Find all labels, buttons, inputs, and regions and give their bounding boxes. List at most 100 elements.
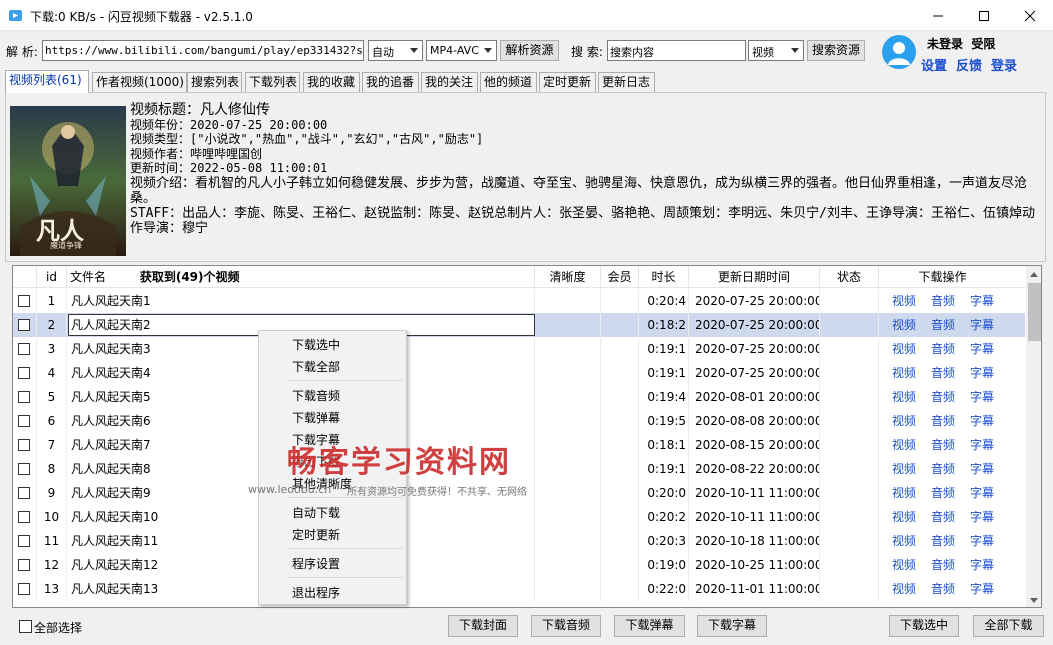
row-checkbox[interactable]	[18, 535, 30, 547]
header-id[interactable]: id	[37, 266, 67, 288]
minimize-button[interactable]	[915, 0, 961, 31]
download-audio-link[interactable]: 音频	[931, 337, 955, 361]
header-filename[interactable]: 文件名 获取到(49)个视频	[67, 266, 535, 288]
download-audio-link[interactable]: 音频	[931, 289, 955, 313]
download-audio-link[interactable]: 音频	[931, 409, 955, 433]
row-checkbox[interactable]	[18, 559, 30, 571]
download-video-link[interactable]: 视频	[892, 289, 916, 313]
download-video-link[interactable]: 视频	[892, 361, 916, 385]
download-danmaku-button[interactable]: 下载弹幕	[614, 615, 685, 637]
download-video-link[interactable]: 视频	[892, 577, 916, 601]
menu-auto-download[interactable]: 自动下载	[292, 504, 340, 521]
row-checkbox[interactable]	[18, 391, 30, 403]
menu-download-selected[interactable]: 下载选中	[292, 336, 340, 353]
header-date[interactable]: 更新日期时间	[689, 266, 820, 288]
download-subtitle-link[interactable]: 字幕	[970, 457, 994, 481]
download-video-link[interactable]: 视频	[892, 481, 916, 505]
menu-exit-program[interactable]: 退出程序	[292, 584, 340, 601]
download-audio-link[interactable]: 音频	[931, 457, 955, 481]
row-checkbox[interactable]	[18, 343, 30, 355]
download-video-link[interactable]: 视频	[892, 505, 916, 529]
header-member[interactable]: 会员	[601, 266, 639, 288]
download-audio-link[interactable]: 音频	[931, 385, 955, 409]
download-subtitle-link[interactable]: 字幕	[970, 313, 994, 337]
login-link[interactable]: 登录	[991, 55, 1017, 74]
download-subtitle-link[interactable]: 字幕	[970, 505, 994, 529]
download-audio-link[interactable]: 音频	[931, 577, 955, 601]
download-subtitle-link[interactable]: 字幕	[970, 553, 994, 577]
download-subtitle-link[interactable]: 字幕	[970, 433, 994, 457]
row-checkbox[interactable]	[18, 487, 30, 499]
search-type-select[interactable]: 视频	[748, 40, 804, 61]
table-row[interactable]: 11 凡人风起天南11 0:20:3 2020-10-18 11:00:00 视…	[13, 529, 1025, 553]
menu-program-settings[interactable]: 程序设置	[292, 555, 340, 572]
download-video-link[interactable]: 视频	[892, 385, 916, 409]
select-all-checkbox[interactable]	[19, 620, 32, 633]
row-checkbox[interactable]	[18, 367, 30, 379]
tab-download-list[interactable]: 下载列表	[245, 72, 300, 92]
row-checkbox[interactable]	[18, 511, 30, 523]
tab-author-videos[interactable]: 作者视频(1000)	[92, 72, 187, 92]
search-input[interactable]: 搜索内容	[607, 40, 746, 61]
vertical-scrollbar[interactable]	[1026, 266, 1041, 607]
menu-download-danmaku[interactable]: 下载弹幕	[292, 409, 340, 426]
menu-download-audio[interactable]: 下载音频	[292, 387, 340, 404]
table-row[interactable]: 5 凡人风起天南5 0:19:4 2020-08-01 20:00:00 视频 …	[13, 385, 1025, 409]
download-video-link[interactable]: 视频	[892, 529, 916, 553]
search-button[interactable]: 搜索资源	[807, 40, 865, 61]
tab-video-list[interactable]: 视频列表(61)	[5, 70, 89, 93]
format-select[interactable]: MP4-AVC	[426, 40, 497, 61]
table-row[interactable]: 3 凡人风起天南3 0:19:1 2020-07-25 20:00:00 视频 …	[13, 337, 1025, 361]
download-audio-link[interactable]: 音频	[931, 529, 955, 553]
download-audio-link[interactable]: 音频	[931, 313, 955, 337]
maximize-button[interactable]	[961, 0, 1007, 31]
download-selected-button[interactable]: 下载选中	[889, 615, 959, 637]
table-row[interactable]: 2 凡人风起天南2 0:18:2 2020-07-25 20:00:00 视频 …	[13, 313, 1025, 337]
download-subtitle-button[interactable]: 下载字幕	[697, 615, 767, 637]
scroll-up-icon[interactable]	[1030, 272, 1038, 277]
close-button[interactable]	[1007, 0, 1053, 31]
download-subtitle-link[interactable]: 字幕	[970, 361, 994, 385]
header-duration[interactable]: 时长	[639, 266, 689, 288]
download-audio-link[interactable]: 音频	[931, 505, 955, 529]
download-all-button[interactable]: 全部下载	[973, 615, 1044, 637]
header-download-ops[interactable]: 下载操作	[879, 266, 1006, 288]
download-audio-link[interactable]: 音频	[931, 553, 955, 577]
download-subtitle-link[interactable]: 字幕	[970, 409, 994, 433]
tab-scheduled-update[interactable]: 定时更新	[539, 72, 596, 92]
download-video-link[interactable]: 视频	[892, 313, 916, 337]
download-video-link[interactable]: 视频	[892, 337, 916, 361]
download-subtitle-link[interactable]: 字幕	[970, 385, 994, 409]
download-subtitle-link[interactable]: 字幕	[970, 289, 994, 313]
parse-button[interactable]: 解析资源	[500, 40, 559, 61]
scrollbar-thumb[interactable]	[1028, 283, 1041, 341]
table-row[interactable]: 1 凡人风起天南1 0:20:4 2020-07-25 20:00:00 视频 …	[13, 289, 1025, 313]
row-checkbox[interactable]	[18, 583, 30, 595]
tab-my-follows[interactable]: 我的关注	[421, 72, 478, 92]
download-video-link[interactable]: 视频	[892, 457, 916, 481]
avatar[interactable]	[882, 35, 916, 69]
table-row[interactable]: 8 凡人风起天南8 0:19:1 2020-08-22 20:00:00 视频 …	[13, 457, 1025, 481]
download-video-link[interactable]: 视频	[892, 409, 916, 433]
tab-changelog[interactable]: 更新日志	[598, 72, 655, 92]
select-all-label[interactable]: 全部选择	[34, 619, 82, 636]
url-input[interactable]: https://www.bilibili.com/bangumi/play/ep…	[42, 40, 364, 61]
settings-link[interactable]: 设置	[921, 55, 947, 74]
row-checkbox[interactable]	[18, 319, 30, 331]
table-row[interactable]: 7 凡人风起天南7 0:18:1 2020-08-15 20:00:00 视频 …	[13, 433, 1025, 457]
table-row[interactable]: 12 凡人风起天南12 0:19:0 2020-10-25 11:00:00 视…	[13, 553, 1025, 577]
header-quality[interactable]: 清晰度	[535, 266, 601, 288]
row-checkbox[interactable]	[18, 295, 30, 307]
download-video-link[interactable]: 视频	[892, 553, 916, 577]
tab-my-favorites[interactable]: 我的收藏	[303, 72, 360, 92]
download-subtitle-link[interactable]: 字幕	[970, 337, 994, 361]
tab-search-list[interactable]: 搜索列表	[187, 72, 242, 92]
table-row[interactable]: 10 凡人风起天南10 0:20:2 2020-10-11 11:00:00 视…	[13, 505, 1025, 529]
header-status[interactable]: 状态	[820, 266, 879, 288]
download-cover-button[interactable]: 下载封面	[448, 615, 518, 637]
download-video-link[interactable]: 视频	[892, 433, 916, 457]
row-checkbox[interactable]	[18, 463, 30, 475]
download-subtitle-link[interactable]: 字幕	[970, 481, 994, 505]
table-row[interactable]: 6 凡人风起天南6 0:19:5 2020-08-08 20:00:00 视频 …	[13, 409, 1025, 433]
feedback-link[interactable]: 反馈	[956, 55, 982, 74]
